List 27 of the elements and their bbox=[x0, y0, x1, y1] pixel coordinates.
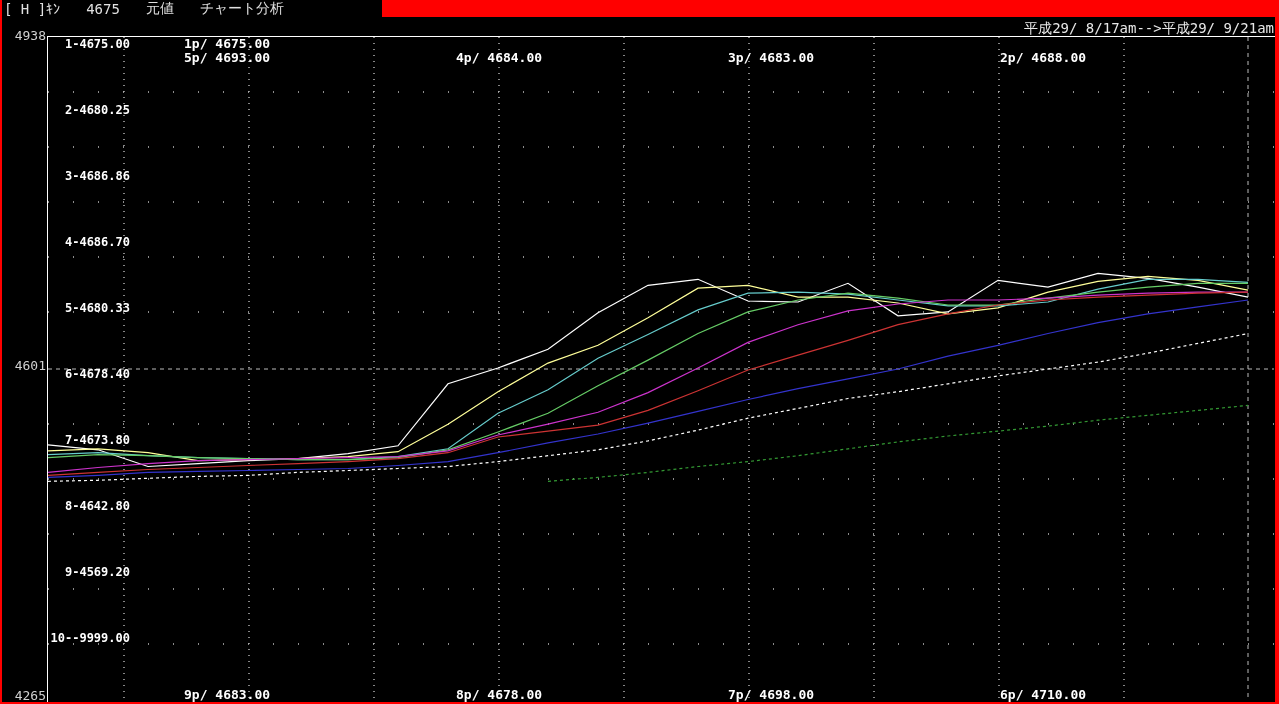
axis-label: 4265 bbox=[14, 689, 46, 703]
period-value: 6p/ 4710.00 bbox=[1000, 688, 1088, 702]
period-value: 2p/ 4688.00 bbox=[1000, 51, 1088, 65]
date-range: 平成29/ 8/17am-->平成29/ 9/21am bbox=[1024, 20, 1275, 36]
indicator-value: 2-4680.25 bbox=[64, 103, 130, 119]
indicator-value: 7-4673.80 bbox=[64, 433, 130, 449]
period-value: 8p/ 4678.00 bbox=[456, 688, 544, 702]
indicator-value: 8-4642.80 bbox=[64, 499, 130, 515]
period-value: 9p/ 4683.00 bbox=[184, 688, 272, 702]
period-value: 1p/ 4675.00 bbox=[184, 37, 272, 51]
axis-label: 4601 bbox=[14, 359, 46, 373]
period-value: 4p/ 4684.00 bbox=[456, 51, 544, 65]
header-text: [ H ]ｷﾝ bbox=[4, 0, 61, 17]
indicator-value: 1-4675.00 bbox=[64, 37, 130, 53]
indicator-value: 10--9999.00 bbox=[50, 631, 130, 647]
indicator-value: 4-4686.70 bbox=[64, 235, 130, 251]
period-value: 3p/ 4683.00 bbox=[728, 51, 816, 65]
indicator-value: 6-4678.40 bbox=[64, 367, 130, 383]
indicator-value: 9-4569.20 bbox=[64, 565, 130, 581]
period-value: 7p/ 4698.00 bbox=[728, 688, 816, 702]
indicator-value: 3-4686.86 bbox=[64, 169, 130, 185]
axis-label: 4938 bbox=[14, 29, 46, 43]
header-text: 4675 bbox=[86, 0, 120, 17]
header-text: 元値 bbox=[145, 0, 174, 18]
indicator-value: 5-4680.33 bbox=[64, 301, 130, 317]
header-text: チャート分析 bbox=[199, 0, 284, 18]
period-value: 5p/ 4693.00 bbox=[184, 51, 272, 65]
